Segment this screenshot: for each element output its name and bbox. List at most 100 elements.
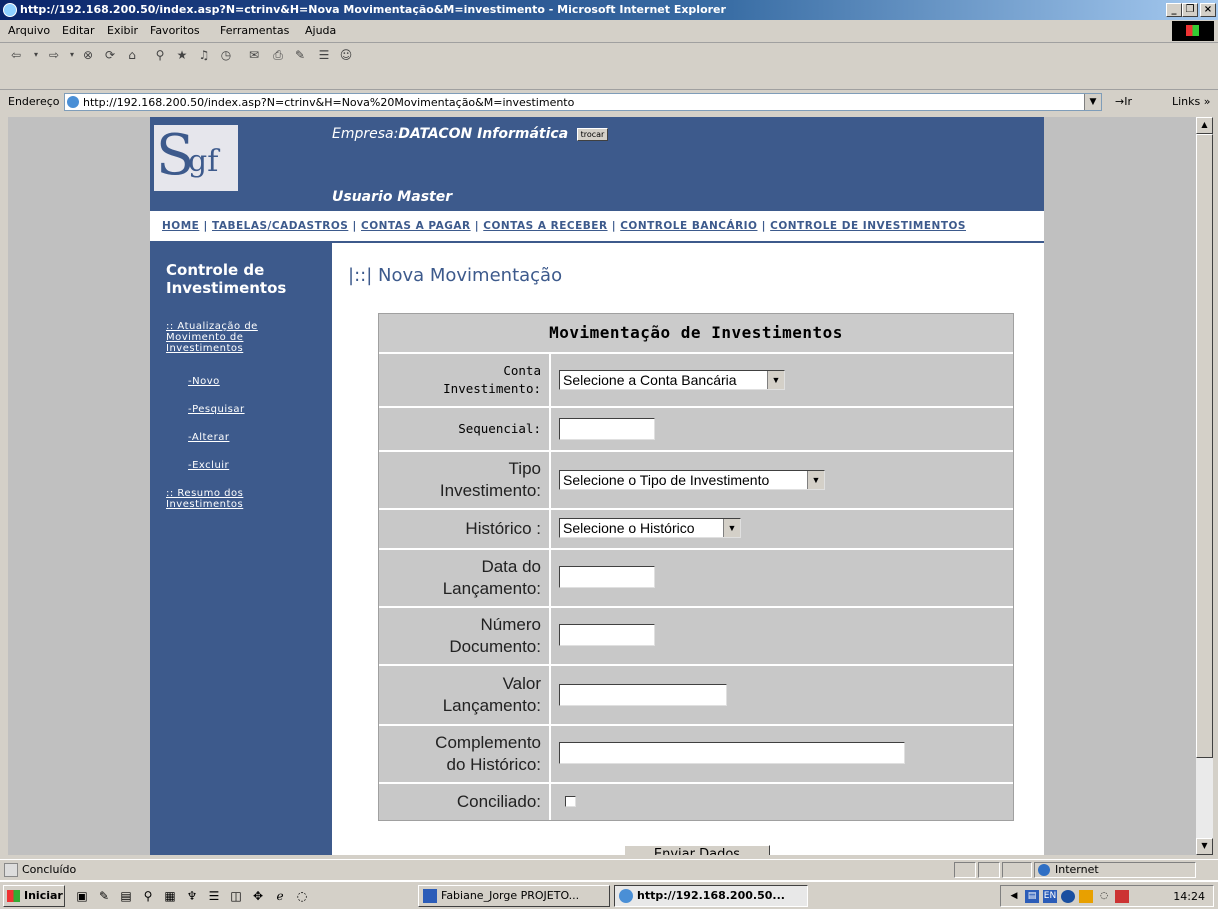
scroll-thumb[interactable] bbox=[1196, 134, 1213, 758]
window-title-bar: http://192.168.200.50/index.asp?N=ctrinv… bbox=[0, 0, 1218, 20]
sidebar-item-novo[interactable]: -Novo bbox=[188, 376, 220, 387]
nav-sep: | bbox=[470, 220, 484, 232]
nav-sep: | bbox=[757, 220, 771, 232]
home-icon[interactable]: ⌂ bbox=[124, 47, 140, 63]
menu-exibir[interactable]: Exibir bbox=[107, 24, 138, 37]
task-ie-window[interactable]: http://192.168.200.50... bbox=[614, 885, 808, 907]
menu-ferramentas[interactable]: Ferramentas bbox=[220, 24, 289, 37]
messenger-icon[interactable]: ☺ bbox=[338, 47, 354, 63]
quicklaunch-desktop-icon[interactable]: ▣ bbox=[74, 888, 90, 904]
conciliado-checkbox[interactable] bbox=[565, 796, 576, 807]
sidebar-item-pesquisar[interactable]: -Pesquisar bbox=[188, 404, 245, 415]
menu-ajuda[interactable]: Ajuda bbox=[305, 24, 336, 37]
row-conta: Conta Investimento: Selecione a Conta Ban… bbox=[379, 354, 1013, 408]
nav-controle-bancario[interactable]: CONTROLE BANCÁRIO bbox=[620, 220, 757, 232]
refresh-icon[interactable]: ⟳ bbox=[102, 47, 118, 63]
row-tipo: Tipo Investimento: Selecione o Tipo de In… bbox=[379, 452, 1013, 510]
site-header: S gf Empresa:DATACON Informática trocar … bbox=[150, 117, 1044, 211]
print-icon[interactable]: ⎙ bbox=[270, 47, 286, 63]
quicklaunch-app-icon[interactable]: ▦ bbox=[162, 888, 178, 904]
minimize-button[interactable]: _ bbox=[1166, 3, 1182, 17]
task-word-document[interactable]: Fabiane_Jorge PROJETO... bbox=[418, 885, 610, 907]
tray-chat-icon[interactable]: ◌ bbox=[1097, 890, 1111, 903]
quicklaunch-app-icon[interactable]: ✥ bbox=[250, 888, 266, 904]
quicklaunch-app-icon[interactable]: ☰ bbox=[206, 888, 222, 904]
start-button[interactable]: Iniciar bbox=[3, 885, 65, 907]
quicklaunch-word-icon[interactable]: ✎ bbox=[96, 888, 112, 904]
back-icon[interactable]: ⇦ bbox=[8, 47, 24, 63]
menu-favoritos[interactable]: Favoritos bbox=[150, 24, 200, 37]
forward-icon[interactable]: ⇨ bbox=[46, 47, 62, 63]
page-viewport: S gf Empresa:DATACON Informática trocar … bbox=[8, 117, 1196, 855]
row-sequencial: Sequencial: bbox=[379, 408, 1013, 452]
historico-select[interactable]: Selecione o Histórico ▼ bbox=[559, 518, 741, 538]
start-label: Iniciar bbox=[24, 889, 63, 902]
nav-contas-receber[interactable]: CONTAS A RECEBER bbox=[483, 220, 607, 232]
discuss-icon[interactable]: ☰ bbox=[316, 47, 332, 63]
sidebar-item-excluir[interactable]: -Excluir bbox=[188, 460, 229, 471]
menu-arquivo[interactable]: Arquivo bbox=[8, 24, 50, 37]
tray-app-icon[interactable] bbox=[1079, 890, 1093, 903]
conta-select[interactable]: Selecione a Conta Bancária ▼ bbox=[559, 370, 785, 390]
logo[interactable]: S gf bbox=[150, 117, 242, 211]
mail-icon[interactable]: ✉ bbox=[246, 47, 262, 63]
tray-messenger-icon[interactable] bbox=[1115, 890, 1129, 903]
go-button[interactable]: →Ir bbox=[1115, 95, 1132, 108]
valor-input[interactable] bbox=[559, 684, 727, 706]
sidebar-item-atualizacao[interactable]: :: Atualização de Movimento de Investime… bbox=[166, 321, 291, 354]
forward-dropdown-icon[interactable]: ▾ bbox=[64, 47, 80, 63]
stop-icon[interactable]: ⊗ bbox=[80, 47, 96, 63]
sidebar-item-alterar[interactable]: -Alterar bbox=[188, 432, 229, 443]
favorites-icon[interactable]: ★ bbox=[174, 47, 190, 63]
maximize-button[interactable]: ❐ bbox=[1182, 3, 1198, 17]
numero-input[interactable] bbox=[559, 624, 655, 646]
enviar-dados-button[interactable]: Enviar Dados bbox=[624, 845, 770, 855]
data-input[interactable] bbox=[559, 566, 655, 588]
quicklaunch-app-icon[interactable]: ▤ bbox=[118, 888, 134, 904]
quicklaunch-search-icon[interactable]: ⚲ bbox=[140, 888, 156, 904]
sequencial-input[interactable] bbox=[559, 418, 655, 440]
menu-editar[interactable]: Editar bbox=[62, 24, 95, 37]
empresa-label: Empresa: bbox=[332, 126, 399, 142]
nav-home[interactable]: HOME bbox=[162, 220, 199, 232]
vertical-scrollbar[interactable]: ▲ ▼ bbox=[1196, 117, 1213, 855]
complemento-input[interactable] bbox=[559, 742, 905, 764]
sidebar-item-resumo[interactable]: :: Resumo dos Investimentos bbox=[166, 488, 286, 510]
nav-tabelas[interactable]: TABELAS/CADASTROS bbox=[212, 220, 348, 232]
history-icon[interactable]: ◷ bbox=[218, 47, 234, 63]
toolbar: ⇦ ▾ ⇨ ▾ ⊗ ⟳ ⌂ ⚲ ★ ♫ ◷ ✉ ⎙ ✎ ☰ ☺ bbox=[0, 43, 1218, 90]
network-icon[interactable]: ▤ bbox=[1025, 890, 1039, 903]
logo-image: S gf bbox=[154, 125, 238, 191]
trocar-button[interactable]: trocar bbox=[576, 127, 609, 141]
links-button[interactable]: Links » bbox=[1172, 95, 1210, 108]
close-button[interactable]: × bbox=[1200, 3, 1216, 17]
tray-app-icon[interactable] bbox=[1061, 890, 1075, 903]
search-icon[interactable]: ⚲ bbox=[152, 47, 168, 63]
quicklaunch-app-icon[interactable]: ◫ bbox=[228, 888, 244, 904]
nav-contas-pagar[interactable]: CONTAS A PAGAR bbox=[361, 220, 471, 232]
quicklaunch-ie-icon[interactable]: ℯ bbox=[272, 888, 288, 904]
tipo-select[interactable]: Selecione o Tipo de Investimento ▼ bbox=[559, 470, 825, 490]
scroll-down-icon[interactable]: ▼ bbox=[1196, 838, 1213, 855]
sequencial-label: Sequencial: bbox=[379, 408, 551, 450]
language-icon[interactable]: EN bbox=[1043, 890, 1057, 903]
back-dropdown-icon[interactable]: ▾ bbox=[28, 47, 44, 63]
volume-icon[interactable]: ◀ bbox=[1007, 890, 1021, 903]
quicklaunch-messenger-icon[interactable]: ◌ bbox=[294, 888, 310, 904]
address-input[interactable]: http://192.168.200.50/index.asp?N=ctrinv… bbox=[64, 93, 1102, 111]
edit-icon[interactable]: ✎ bbox=[292, 47, 308, 63]
status-panel bbox=[954, 862, 976, 878]
tipo-label: Tipo Investimento: bbox=[379, 452, 551, 508]
address-dropdown-icon[interactable]: ▼ bbox=[1084, 94, 1101, 110]
row-conciliado: Conciliado: bbox=[379, 784, 1013, 820]
nav-sep: | bbox=[199, 220, 212, 232]
nav-controle-investimentos[interactable]: CONTROLE DE INVESTIMENTOS bbox=[770, 220, 966, 232]
window-title: http://192.168.200.50/index.asp?N=ctrinv… bbox=[20, 3, 726, 16]
scroll-up-icon[interactable]: ▲ bbox=[1196, 117, 1213, 134]
chevron-down-icon: ▼ bbox=[723, 519, 740, 537]
system-tray: ◀ ▤ EN ◌ 14:24 bbox=[1000, 885, 1214, 907]
quicklaunch-app-icon[interactable]: ♆ bbox=[184, 888, 200, 904]
media-icon[interactable]: ♫ bbox=[196, 47, 212, 63]
address-url: http://192.168.200.50/index.asp?N=ctrinv… bbox=[83, 96, 575, 109]
tipo-label-1: Tipo bbox=[508, 459, 541, 478]
